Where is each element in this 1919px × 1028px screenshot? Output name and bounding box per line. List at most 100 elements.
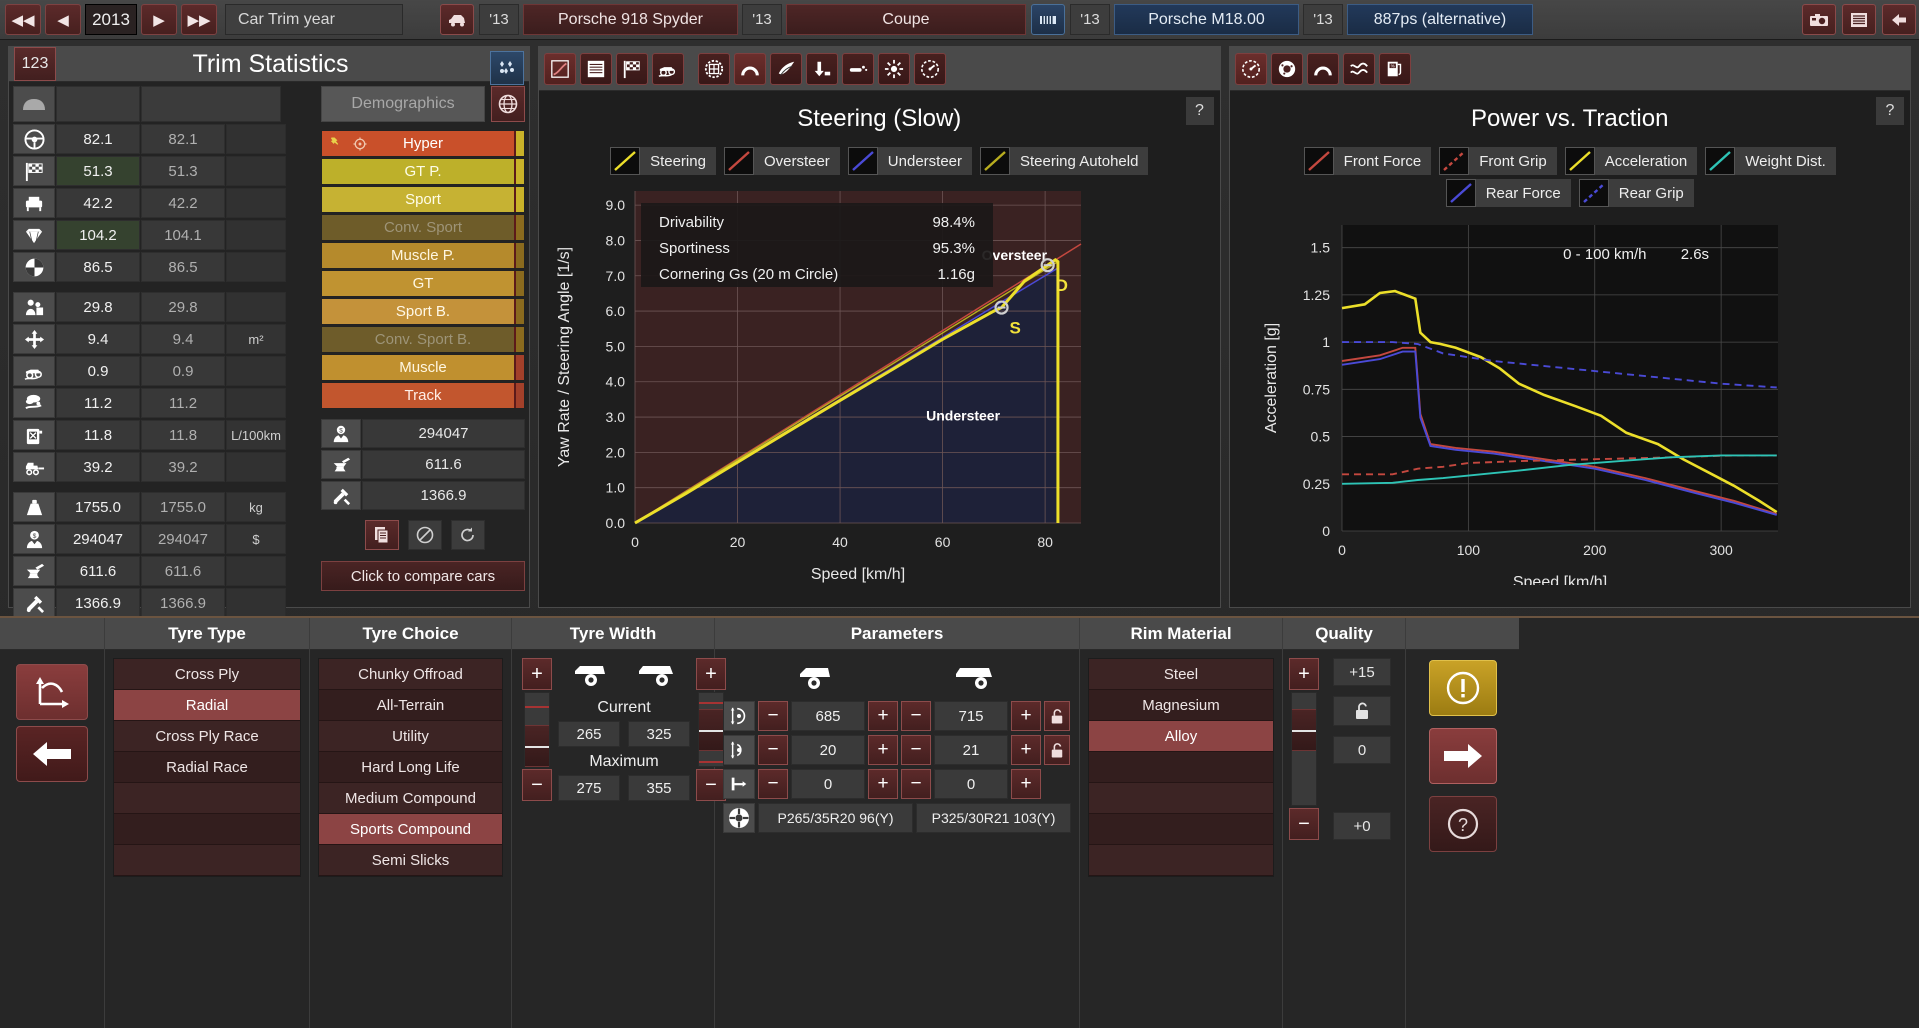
variant-name-tab[interactable]: 887ps (alternative) [1347,4,1533,35]
quality-slider[interactable]: + − [1289,658,1319,840]
demographic-row[interactable]: Conv. Sport B. [321,326,525,353]
toolbar-gauge-icon[interactable] [914,52,946,85]
table-row[interactable]: 86.5 86.5 [13,252,313,282]
toolbar-suspension-icon[interactable] [1306,52,1339,85]
forward-arrow-icon[interactable] [1428,728,1497,784]
car-icon[interactable] [440,4,474,35]
legend-item[interactable]: Weight Dist. [1705,147,1836,175]
camera-icon[interactable] [1802,4,1836,35]
report-icon[interactable] [1842,4,1876,35]
toolbar-graph-icon[interactable] [544,52,576,85]
quality-value-mid[interactable]: 0 [1333,736,1391,764]
demographic-row[interactable]: Hyper [321,130,525,157]
help-icon[interactable]: ? [1876,97,1904,125]
quality-track[interactable] [1291,692,1317,806]
compare-icon[interactable] [490,51,524,85]
quality-plus-button[interactable]: + [1289,658,1319,690]
toolbar-suspension-icon[interactable] [734,52,766,85]
toolbar-cooling-icon[interactable] [878,52,910,85]
front-width-track[interactable] [524,692,550,768]
legend-item[interactable]: Front Force [1303,147,1432,175]
prev-year-button[interactable]: ◀ [45,4,81,35]
help-icon[interactable]: ? [1185,97,1214,125]
curve-axes-icon[interactable] [16,664,88,720]
toolbar-fuel-pump-icon[interactable]: % [1378,52,1411,85]
front-value[interactable]: 685 [791,701,865,731]
tyre-choice-option-medium-compound[interactable]: Medium Compound [319,783,502,814]
demographic-row[interactable]: GT P. [321,158,525,185]
rear-minus-button[interactable]: − [901,701,931,731]
legend-item[interactable]: Steering Autoheld [980,147,1149,175]
quality-thumb[interactable] [1292,708,1316,751]
table-row[interactable]: 611.6 611.6 [13,556,313,586]
rear-value[interactable]: 715 [934,701,1008,731]
table-row[interactable]: 11.2 11.2 [13,388,313,418]
engine-name-tab[interactable]: Porsche M18.00 [1114,4,1299,35]
compare-cars-button[interactable]: Click to compare cars [321,561,525,591]
unlocked-icon[interactable] [1044,701,1070,731]
rim-material-option-alloy[interactable]: Alloy [1089,721,1273,752]
tyre-type-option-radial[interactable]: Radial [114,690,300,721]
table-row[interactable]: $294047 294047 $ [13,524,313,554]
front-value[interactable]: 0 [791,769,865,799]
front-width-minus-button[interactable]: − [522,769,552,801]
engine-icon[interactable] [1031,4,1065,35]
table-row[interactable]: 1366.9 1366.9 [13,588,313,618]
tyre-choice-option-chunky-offroad[interactable]: Chunky Offroad [319,659,502,690]
table-row[interactable]: 39.2 39.2 [13,452,313,482]
warning-icon[interactable] [1428,660,1497,716]
toolbar-table-icon[interactable] [580,52,612,85]
legend-item[interactable]: Oversteer [723,147,840,175]
toolbar-checkered-flag-icon[interactable] [616,52,648,85]
tyre-type-option-cross-ply[interactable]: Cross Ply [114,659,300,690]
demographic-row[interactable]: Track [321,382,525,409]
demographic-row[interactable]: Muscle P. [321,242,525,269]
toolbar-wave-icon[interactable] [1342,52,1375,85]
toolbar-gauge-icon[interactable] [1234,52,1267,85]
first-year-button[interactable]: ◀◀ [5,4,41,35]
rear-plus-button[interactable]: + [1011,701,1041,731]
unlocked-icon[interactable] [1044,735,1070,765]
table-row[interactable]: 1755.0 1755.0 kg [13,492,313,522]
legend-item[interactable]: Rear Grip [1578,179,1694,207]
tyre-width-front-slider[interactable]: + − [522,658,552,801]
legend-item[interactable]: Understeer [847,147,972,175]
ban-icon[interactable] [408,520,442,550]
body-name-tab[interactable]: Coupe [786,4,1026,35]
table-row[interactable]: 42.2 42.2 [13,188,313,218]
rear-width-track[interactable] [698,692,724,767]
demographic-row[interactable]: GT [321,270,525,297]
table-row[interactable]: 0.9 0.9 [13,356,313,386]
table-row[interactable]: 11.8 11.8 L/100km [13,420,313,450]
toolbar-offroad-icon[interactable] [652,52,684,85]
rear-minus-button[interactable]: − [901,769,931,799]
demographic-row[interactable]: Sport [321,186,525,213]
front-minus-button[interactable]: − [758,701,788,731]
legend-item[interactable]: Rear Force [1445,179,1571,207]
demographics-button[interactable]: Demographics [321,86,485,122]
demographic-row[interactable]: Muscle [321,354,525,381]
reset-icon[interactable] [451,520,485,550]
quality-value-bottom[interactable]: +0 [1333,812,1391,840]
table-row[interactable]: 9.4 9.4 m² [13,324,313,354]
rear-minus-button[interactable]: − [901,735,931,765]
rear-value[interactable]: 21 [934,735,1008,765]
rim-material-option-steel[interactable]: Steel [1089,659,1273,690]
table-row[interactable]: 82.1 82.1 [13,124,313,154]
globe-icon[interactable] [491,86,525,122]
trim-badge[interactable]: 123 [14,47,56,81]
tyre-choice-option-semi-slicks[interactable]: Semi Slicks [319,845,502,876]
quality-value-top[interactable]: +15 [1333,658,1391,686]
front-width-plus-button[interactable]: + [522,658,552,690]
table-row[interactable]: 51.3 51.3 [13,156,313,186]
tyre-type-option-radial-race[interactable]: Radial Race [114,752,300,783]
demographic-row[interactable]: Conv. Sport [321,214,525,241]
toolbar-brake-icon[interactable] [806,52,838,85]
next-year-button[interactable]: ▶ [141,4,177,35]
back-arrow-icon[interactable] [16,726,88,782]
tyre-choice-option-sports-compound[interactable]: Sports Compound [319,814,502,845]
rear-plus-button[interactable]: + [1011,735,1041,765]
model-name-tab[interactable]: Porsche 918 Spyder [523,4,738,35]
current-rear-width[interactable]: 325 [628,721,690,747]
current-front-width[interactable]: 265 [558,721,620,747]
